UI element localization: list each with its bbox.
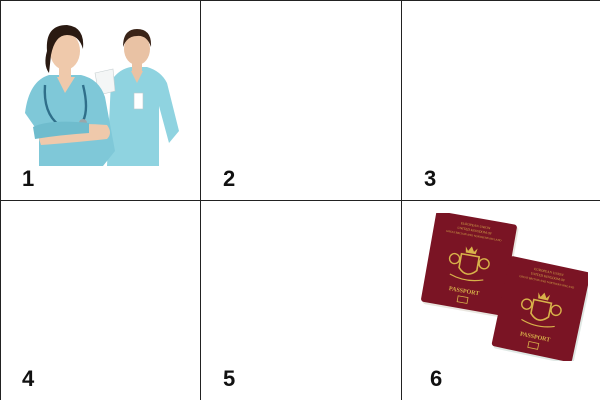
cell-number: 6: [430, 366, 443, 391]
cell-number: 2: [223, 166, 236, 191]
cell-number: 3: [424, 166, 437, 191]
grid-cell-2[interactable]: 2: [201, 1, 401, 200]
cell-number: 4: [22, 366, 35, 391]
cell-number: 5: [223, 366, 236, 391]
grid-cell-6[interactable]: EUROPEAN UNION UNITED KINGDOM OF GREAT B…: [402, 201, 600, 400]
grid-cell-4[interactable]: 4: [1, 201, 200, 400]
nurses-photo: [25, 25, 179, 166]
passports-photo: EUROPEAN UNION UNITED KINGDOM OF GREAT B…: [421, 213, 588, 361]
cell-number: 1: [22, 166, 35, 191]
grid-cell-3[interactable]: 3: [402, 1, 600, 200]
grid-cell-1[interactable]: 1: [1, 1, 200, 200]
nurse-front: [25, 25, 115, 166]
grid-cell-5[interactable]: 5: [201, 201, 401, 400]
image-grid: 1 2 3 4 5 EUROPEAN UNION UNITED KINGDOM …: [0, 0, 600, 400]
